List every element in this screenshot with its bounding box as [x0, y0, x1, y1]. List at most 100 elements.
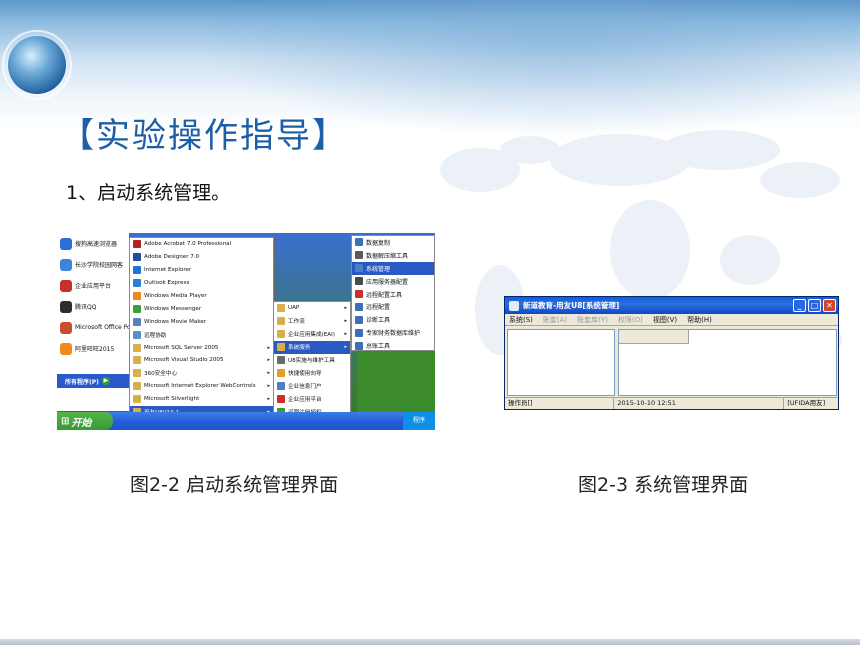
menu-item[interactable]: 系统服务 ▸: [274, 340, 350, 354]
menu-item[interactable]: UAP ▸: [274, 302, 350, 315]
menu-item[interactable]: Microsoft SQL Server 2005 ▸: [130, 341, 273, 354]
menu-item[interactable]: Internet Explorer: [130, 264, 273, 277]
pinned-item-label: Microsoft Office PowerPoint 2003: [75, 324, 129, 331]
arrow-right-icon: ▶: [101, 377, 110, 385]
window-titlebar[interactable]: 新道教育-用友U8[系统管理] _ □ ✕: [505, 297, 838, 314]
app-icon: [60, 258, 72, 271]
pinned-item[interactable]: Microsoft Office PowerPoint 2003: [57, 317, 129, 338]
close-button[interactable]: ✕: [823, 299, 836, 312]
menu-item-label: Windows Messenger: [144, 305, 202, 312]
menu-item[interactable]: 远程协助: [130, 328, 273, 341]
window-menubar: 系统(S) 账套(A) 账套库(Y) 权限(O) 视图(V) 帮助(H): [505, 314, 838, 326]
menu-item[interactable]: 系统管理: [352, 261, 434, 275]
menu-item[interactable]: Windows Messenger: [130, 302, 273, 315]
program-icon: [133, 279, 141, 288]
program-icon: [133, 292, 141, 300]
pinned-item[interactable]: 搜狗高速浏览器: [57, 233, 129, 254]
menu-item[interactable]: Adobe Designer 7.0: [130, 251, 273, 264]
menu-item[interactable]: Adobe Acrobat 7.0 Professional: [130, 238, 273, 251]
start-button[interactable]: ⊞ 开始: [57, 412, 113, 430]
submenu-arrow-icon: ▸: [344, 318, 347, 325]
menu-item[interactable]: 企业应用集成(EAI) ▸: [274, 328, 350, 341]
pinned-item-label: 企业应用平台: [75, 283, 112, 290]
menu-item[interactable]: Windows Movie Maker: [130, 315, 273, 328]
menu-item[interactable]: 诊断工具: [352, 313, 434, 326]
all-programs-button[interactable]: 所有程序(P) ▶: [57, 374, 129, 388]
pinned-item[interactable]: 腾讯QQ: [57, 296, 129, 317]
menu-item-label: 企业应用集成(EAI): [288, 332, 335, 339]
menu-item[interactable]: 总账工具: [352, 339, 434, 352]
menu-item[interactable]: 企业应用平台: [274, 392, 350, 405]
menu-item-label: 总账工具: [366, 343, 391, 351]
pinned-item[interactable]: 长沙学院校园网客: [57, 254, 129, 275]
tray-item[interactable]: 程序: [403, 412, 435, 430]
system-service-submenu: 数据复制数据解压缩工具系统管理应用服务器配置 远程配置工具 远程配置 诊断工具 专家财务…: [351, 235, 435, 351]
program-icon: [133, 330, 141, 339]
program-icon: [355, 290, 363, 298]
program-icon: [355, 238, 363, 247]
menu-item[interactable]: 数据复制: [352, 236, 434, 249]
menu-item-label: Microsoft Silverlight: [144, 396, 200, 403]
menu-item[interactable]: 数据解压缩工具: [352, 249, 434, 262]
app-icon: [60, 237, 72, 250]
menu-item-label: Adobe Acrobat 7.0 Professional: [144, 241, 232, 248]
minimize-button[interactable]: _: [793, 299, 806, 312]
app-icon: [60, 342, 72, 355]
right-list-pane[interactable]: [618, 329, 837, 396]
submenu-arrow-icon: ▸: [267, 344, 270, 351]
menu-item-label: Microsoft SQL Server 2005: [144, 344, 219, 351]
menu-item[interactable]: 工作流 ▸: [274, 315, 350, 328]
menu-item-label: 系统管理: [366, 265, 391, 273]
program-icon: [133, 266, 141, 275]
start-label: 开始: [71, 417, 92, 429]
menu-item-label: Adobe Designer 7.0: [144, 254, 200, 261]
menu-item[interactable]: 快捷使用向导: [274, 366, 350, 379]
menu-item-label: Outlook Express: [144, 280, 190, 287]
menu-item[interactable]: Microsoft Silverlight ▸: [130, 393, 273, 406]
world-map-watermark: [440, 130, 842, 360]
menu-5[interactable]: 帮助(H): [687, 315, 712, 325]
menu-item-label: 应用服务器配置: [366, 278, 409, 286]
list-column-header[interactable]: [619, 330, 689, 344]
submenu-arrow-icon: ▸: [344, 305, 347, 312]
menu-item-label: 数据复制: [366, 239, 391, 247]
pinned-item[interactable]: 企业应用平台: [57, 275, 129, 296]
menu-item[interactable]: 远程配置工具: [352, 288, 434, 301]
menu-item[interactable]: Windows Media Player: [130, 290, 273, 303]
menu-item-label: UAP: [288, 305, 300, 312]
menu-item-label: 系统服务: [288, 345, 311, 352]
menu-item[interactable]: Microsoft Visual Studio 2005 ▸: [130, 354, 273, 367]
program-icon: [277, 356, 285, 364]
menu-item[interactable]: Microsoft Internet Explorer WebControls ▸: [130, 380, 273, 393]
slide-bottom-bar: [0, 639, 860, 645]
menu-item[interactable]: 应用服务器配置: [352, 275, 434, 288]
pinned-item[interactable]: 阿里旺旺2015: [57, 338, 129, 359]
u8-submenu: UAP ▸ 工作流 ▸ 企业应用集成(EAI) ▸ 系统服务 ▸ U8实施与维护工具 快捷使用向导…: [273, 301, 351, 418]
menu-item[interactable]: 360安全中心 ▸: [130, 367, 273, 380]
program-icon: [277, 330, 285, 339]
all-programs-label: 所有程序(P): [65, 378, 99, 386]
menu-item-label: 工作流: [288, 319, 305, 326]
menu-item-label: 远程协助: [144, 332, 167, 339]
program-icon: [277, 381, 285, 390]
menu-item-label: Windows Media Player: [144, 293, 207, 299]
menu-item-label: 远程配置工具: [366, 291, 403, 299]
menu-item[interactable]: Outlook Express: [130, 277, 273, 290]
menu-item[interactable]: 企业信息门户: [274, 379, 350, 392]
menu-item[interactable]: U8实施与维护工具: [274, 354, 350, 367]
menu-0[interactable]: 系统(S): [509, 315, 533, 325]
app-icon: [509, 300, 519, 311]
status-operator: 操作员[]: [505, 398, 615, 409]
caption-figure-2-2: 图2-2 启动系统管理界面: [130, 474, 339, 496]
menu-4[interactable]: 视图(V): [653, 315, 677, 325]
maximize-button[interactable]: □: [808, 299, 821, 312]
program-icon: [355, 315, 363, 324]
menu-item[interactable]: 专家财务数据库维护: [352, 326, 434, 339]
status-datetime: 2015-10-10 12:51: [614, 398, 785, 409]
pinned-item-label: 腾讯QQ: [75, 304, 97, 311]
menu-item-label: 企业信息门户: [288, 383, 322, 390]
left-tree-pane[interactable]: [507, 329, 615, 396]
globe-logo: [8, 36, 66, 94]
menu-item[interactable]: 远程配置: [352, 300, 434, 313]
program-icon: [277, 317, 285, 326]
